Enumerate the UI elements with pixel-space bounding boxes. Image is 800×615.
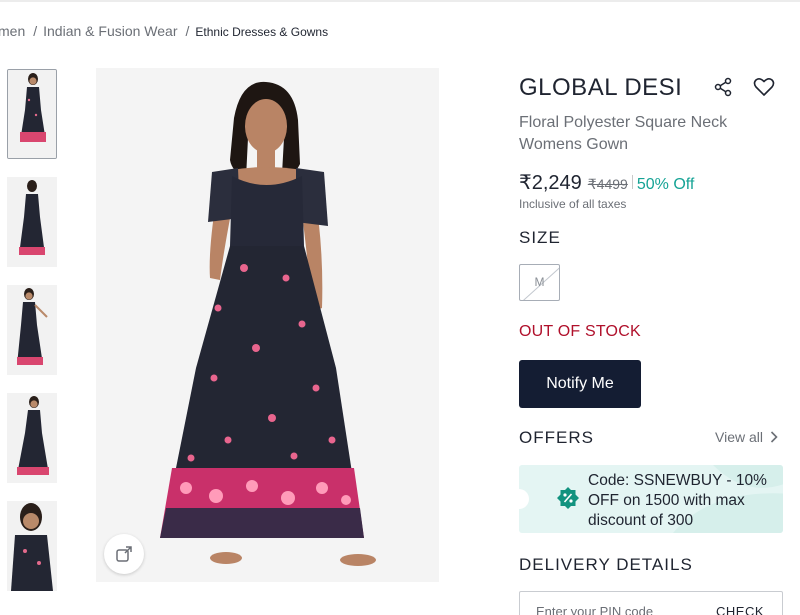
tax-note: Inclusive of all taxes (519, 197, 627, 211)
thumbnail-image (7, 501, 57, 591)
thumbnail-4[interactable] (7, 393, 57, 483)
thumbnail-1[interactable] (7, 69, 57, 159)
brand-name[interactable]: GLOBAL DESI (519, 74, 682, 102)
thumbnail-5[interactable] (7, 501, 57, 591)
breadcrumb-item-women[interactable]: men (0, 23, 25, 39)
product-title: Floral Polyester Square Neck Womens Gown (519, 114, 728, 153)
breadcrumb-separator: / (185, 23, 190, 39)
price-row: ₹2,249 ₹4499 50% Off (519, 170, 694, 195)
share-button[interactable] (713, 77, 733, 97)
selling-price: ₹2,249 (519, 172, 582, 194)
thumbnail-list (7, 69, 59, 609)
breadcrumb-item-ethnic-dresses[interactable]: Ethnic Dresses & Gowns (195, 25, 328, 39)
size-option-m[interactable]: M (519, 264, 560, 301)
header-divider (0, 0, 800, 2)
pincode-box: CHECK (519, 591, 783, 615)
delivery-heading: DELIVERY DETAILS (519, 555, 693, 574)
breadcrumb: men / Indian & Fusion Wear / Ethnic Dresses … (0, 23, 328, 39)
wishlist-button[interactable] (753, 77, 775, 97)
out-of-stock-label: OUT OF STOCK (519, 323, 641, 340)
notify-me-button[interactable]: Notify Me (519, 360, 641, 408)
size-heading: SIZE (519, 228, 561, 247)
thumbnail-image (7, 393, 57, 483)
size-option-label: M (534, 275, 545, 289)
expand-image-button[interactable] (104, 534, 144, 574)
product-page: men / Indian & Fusion Wear / Ethnic Dresses … (0, 0, 800, 615)
share-icon (714, 77, 732, 97)
price-divider (631, 175, 633, 189)
offers-heading: OFFERS (519, 428, 594, 447)
thumbnail-3[interactable] (7, 285, 57, 375)
offer-text: Code: SSNEWBUY - 10% OFF on 1500 with ma… (588, 472, 767, 529)
heart-icon (753, 78, 775, 96)
thumbnail-image (8, 70, 56, 158)
thumbnail-image (7, 177, 57, 267)
view-all-offers-link[interactable]: View all (715, 429, 778, 445)
chevron-right-icon (770, 431, 778, 443)
main-product-image[interactable] (96, 68, 439, 582)
view-all-label: View all (715, 429, 763, 445)
gown-model-image (96, 68, 439, 582)
discount-label: 50% Off (636, 176, 695, 193)
original-price: ₹4499 (587, 176, 628, 192)
expand-icon (116, 546, 132, 562)
thumbnail-image (7, 285, 57, 375)
breadcrumb-item-indian-fusion-wear[interactable]: Indian & Fusion Wear (43, 23, 177, 39)
offer-card[interactable]: Code: SSNEWBUY - 10% OFF on 1500 with ma… (519, 465, 783, 533)
percent-badge-icon (557, 487, 579, 509)
offer-card-notch (519, 489, 529, 509)
thumbnail-2[interactable] (7, 177, 57, 267)
breadcrumb-separator: / (33, 23, 38, 39)
pincode-input[interactable] (536, 604, 696, 615)
check-pincode-button[interactable]: CHECK (716, 604, 764, 615)
